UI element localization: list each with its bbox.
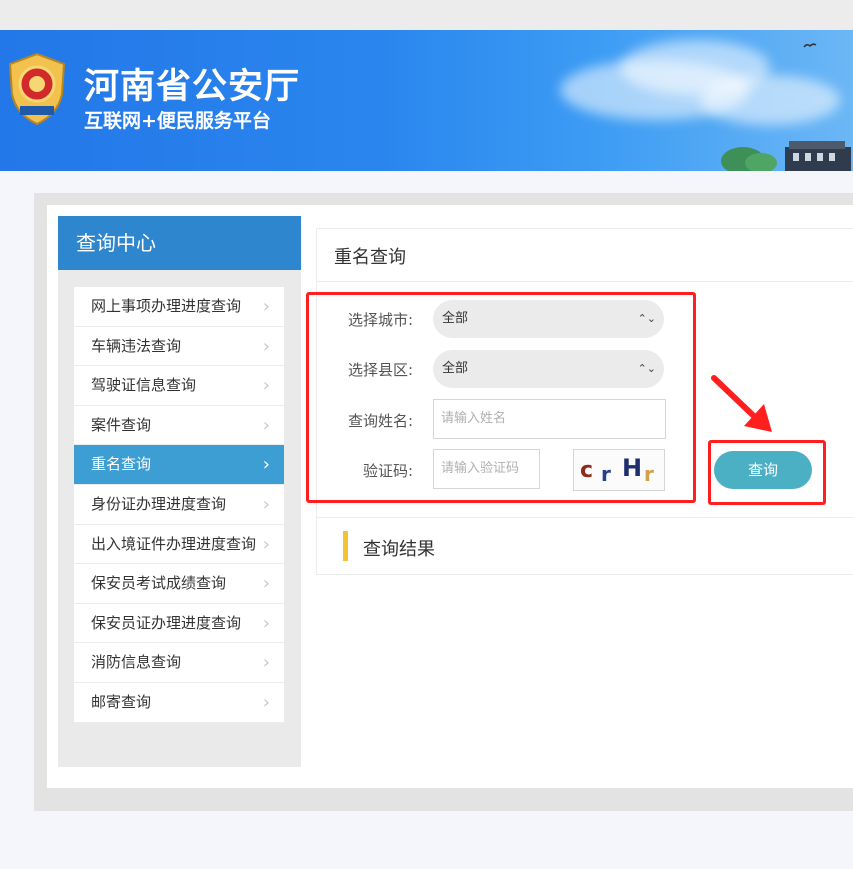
sidebar-item-license-info[interactable]: 驾驶证信息查询 › (74, 366, 284, 406)
sidebar-item-label: 网上事项办理进度查询 (91, 297, 242, 315)
sidebar-item-duplicate-name[interactable]: 重名查询 › (74, 445, 284, 485)
annotation-arrow-icon (711, 375, 772, 432)
browser-top-strip (0, 0, 853, 30)
sidebar-item-label: 重名查询 (91, 455, 152, 474)
chevron-right-icon: › (262, 533, 270, 555)
sidebar-item-id-card-progress[interactable]: 身份证办理进度查询 › (74, 484, 284, 525)
sidebar-item-label: 消防信息查询 (91, 653, 182, 672)
bird-icon (803, 43, 817, 48)
sidebar-item-label: 出入境证件办理进度查询 (91, 534, 257, 553)
chevron-right-icon: › (262, 691, 270, 713)
sidebar-item-label: 保安员考试成绩查询 (91, 574, 227, 593)
sidebar-item-exit-entry-progress[interactable]: 出入境证件办理进度查询 › (74, 524, 284, 565)
sidebar-item-vehicle-violation[interactable]: 车辆违法查询 › (74, 326, 284, 367)
chevron-right-icon: › (262, 573, 270, 595)
site-title: 河南省公安厅 (84, 67, 301, 107)
sidebar-item-fire-info[interactable]: 消防信息查询 › (74, 643, 284, 683)
form-highlight-box (306, 292, 696, 503)
sidebar-item-label: 保安员证办理进度查询 (91, 613, 242, 632)
sidebar-item-guard-exam[interactable]: 保安员考试成绩查询 › (74, 564, 284, 604)
page-title: 重名查询 (334, 247, 406, 268)
sidebar-item-label: 车辆违法查询 (91, 336, 182, 355)
sidebar-title: 查询中心 (58, 216, 301, 270)
sidebar-item-label: 案件查询 (91, 415, 152, 434)
sidebar-item-case[interactable]: 案件查询 › (74, 405, 284, 446)
chevron-right-icon: › (262, 493, 270, 515)
sidebar-item-online-progress[interactable]: 网上事项办理进度查询 › (74, 287, 284, 327)
sidebar-menu: 网上事项办理进度查询 › 车辆违法查询 › 驾驶证信息查询 › 案件查询 › 重名查询 ›… (74, 287, 284, 723)
chevron-right-icon: › (262, 414, 270, 436)
chevron-right-icon: › (262, 454, 270, 476)
chevron-right-icon: › (262, 612, 270, 634)
sidebar-item-label: 驾驶证信息查询 (91, 376, 197, 395)
divider (316, 281, 853, 282)
result-title: 查询结果 (363, 539, 435, 560)
sidebar-item-mail[interactable]: 邮寄查询 › (74, 682, 284, 723)
chevron-right-icon: › (262, 375, 270, 397)
sidebar-item-label: 身份证办理进度查询 (91, 494, 227, 513)
sidebar-item-guard-certificate[interactable]: 保安员证办理进度查询 › (74, 603, 284, 644)
chevron-right-icon: › (262, 652, 270, 674)
sidebar-item-label: 邮寄查询 (91, 692, 152, 711)
chevron-right-icon: › (262, 335, 270, 357)
result-accent-bar (343, 531, 348, 561)
button-highlight-box (708, 440, 826, 505)
skyline-illustration (721, 141, 851, 171)
chevron-right-icon: › (262, 296, 270, 317)
site-subtitle: 互联网+便民服务平台 (84, 110, 271, 132)
divider (316, 517, 853, 518)
police-emblem-icon (8, 52, 66, 126)
